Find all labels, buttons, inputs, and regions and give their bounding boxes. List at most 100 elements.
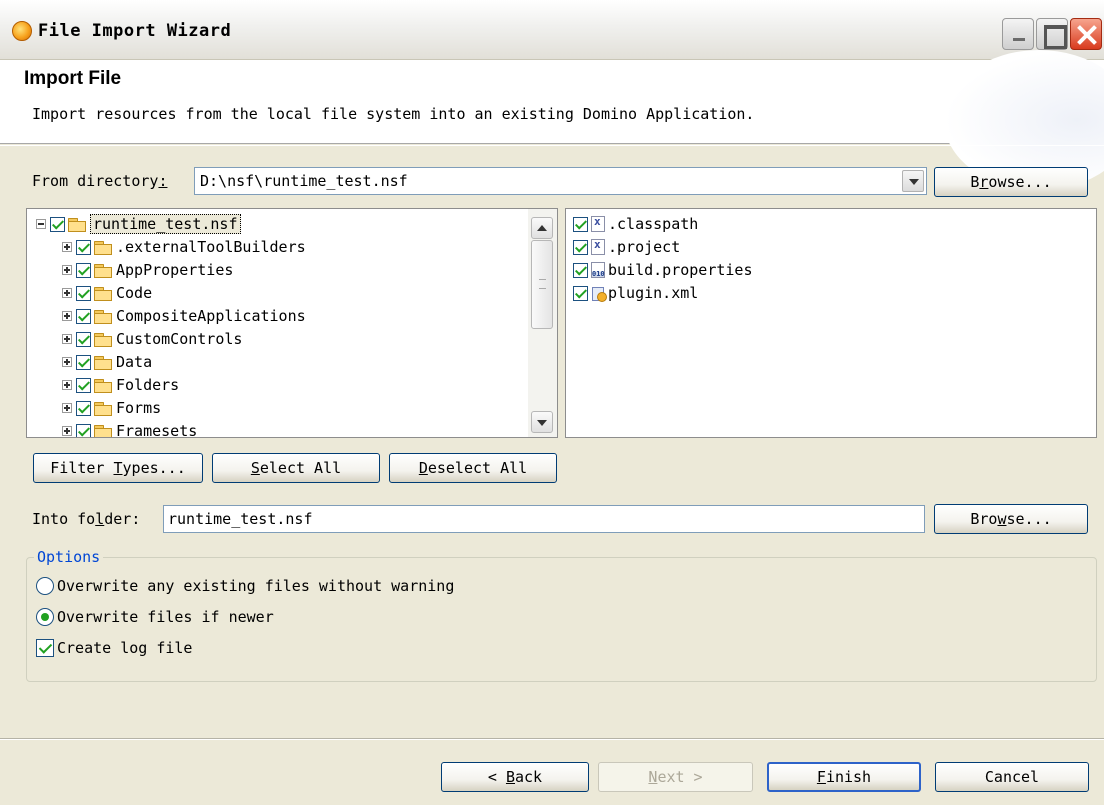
folder-icon xyxy=(94,332,112,347)
scroll-down-icon[interactable] xyxy=(531,411,553,433)
tree-item-framesets[interactable]: Framesets xyxy=(62,420,197,437)
file-item-checkbox[interactable] xyxy=(573,285,588,301)
into-folder-value: runtime_test.nsf xyxy=(168,510,313,528)
tree-item-checkbox[interactable] xyxy=(76,400,91,416)
file-item-plugin-xml[interactable]: plugin.xml xyxy=(573,282,698,304)
into-folder-browse-button[interactable]: Browse... xyxy=(934,504,1088,534)
into-folder-label: Into folder: xyxy=(32,510,141,528)
window-title: File Import Wizard xyxy=(38,21,232,41)
close-button[interactable] xyxy=(1070,18,1102,50)
tree-root-checkbox[interactable] xyxy=(50,216,65,232)
file-item-label: plugin.xml xyxy=(608,284,699,302)
expand-icon[interactable] xyxy=(62,403,72,413)
tree-item-checkbox[interactable] xyxy=(76,354,91,370)
expand-icon[interactable] xyxy=(62,334,72,344)
tree-item-folders[interactable]: Folders xyxy=(62,374,179,396)
filter-types-button[interactable]: Filter Types... xyxy=(33,453,203,483)
expand-icon[interactable] xyxy=(62,311,72,321)
header-banner: Import File Import resources from the lo… xyxy=(0,50,1104,190)
tree-item-externaltoolbuilders[interactable]: .externalToolBuilders xyxy=(62,236,306,258)
xml-file-icon xyxy=(591,238,605,255)
create-log-option[interactable]: Create log file xyxy=(36,637,192,659)
file-item-checkbox[interactable] xyxy=(573,216,588,232)
collapse-icon[interactable] xyxy=(36,219,46,229)
tree-item-checkbox[interactable] xyxy=(76,285,91,301)
cancel-button[interactable]: Cancel xyxy=(935,762,1089,792)
page-title: Import File xyxy=(24,68,122,89)
tree-item-label: Forms xyxy=(116,399,162,417)
folder-tree[interactable]: runtime_test.nsf .externalToolBuilders A… xyxy=(26,208,558,438)
tree-item-label: CustomControls xyxy=(116,330,243,348)
from-directory-browse-button[interactable]: Browse... xyxy=(934,167,1088,197)
file-item-classpath[interactable]: .classpath xyxy=(573,213,698,235)
overwrite-without-warning-label: Overwrite any existing files without war… xyxy=(57,577,455,595)
app-icon xyxy=(12,21,32,41)
chevron-down-icon[interactable] xyxy=(902,170,924,192)
file-item-label: .classpath xyxy=(608,215,699,233)
scroll-up-icon[interactable] xyxy=(531,217,553,239)
into-folder-input[interactable]: runtime_test.nsf xyxy=(163,505,925,533)
maximize-button[interactable] xyxy=(1036,18,1068,50)
create-log-label: Create log file xyxy=(57,639,193,657)
title-bar[interactable]: File Import Wizard xyxy=(0,0,1104,60)
file-item-checkbox[interactable] xyxy=(573,239,588,255)
tree-item-checkbox[interactable] xyxy=(76,377,91,393)
back-button[interactable]: < Back xyxy=(441,762,589,792)
tree-item-customcontrols[interactable]: CustomControls xyxy=(62,328,242,350)
folder-icon xyxy=(94,309,112,324)
tree-item-checkbox[interactable] xyxy=(76,331,91,347)
create-log-checkbox[interactable] xyxy=(36,639,54,657)
folder-icon xyxy=(94,401,112,416)
from-directory-combo[interactable]: D:\nsf\runtime_test.nsf xyxy=(194,167,927,195)
folder-icon xyxy=(68,217,86,232)
tree-item-appproperties[interactable]: AppProperties xyxy=(62,259,233,281)
overwrite-if-newer-label: Overwrite files if newer xyxy=(57,608,274,626)
file-import-wizard-window: File Import Wizard Import File Import re… xyxy=(0,0,1104,805)
folder-icon xyxy=(94,240,112,255)
expand-icon[interactable] xyxy=(62,380,72,390)
tree-item-checkbox[interactable] xyxy=(76,308,91,324)
tree-root-label: runtime_test.nsf xyxy=(90,214,241,234)
select-all-button[interactable]: Select All xyxy=(212,453,380,483)
expand-icon[interactable] xyxy=(62,426,72,436)
tree-item-label: .externalToolBuilders xyxy=(116,238,306,256)
tree-item-code[interactable]: Code xyxy=(62,282,152,304)
tree-item-compositeapplications[interactable]: CompositeApplications xyxy=(62,305,306,327)
tree-item-forms[interactable]: Forms xyxy=(62,397,161,419)
tree-item-checkbox[interactable] xyxy=(76,423,91,437)
file-list[interactable]: .classpath .project build.properties plu… xyxy=(565,208,1097,438)
tree-item-label: AppProperties xyxy=(116,261,234,279)
tree-scrollbar[interactable] xyxy=(528,209,557,437)
tree-item-label: Data xyxy=(116,353,153,371)
tree-item-label: Folders xyxy=(116,376,180,394)
tree-item-checkbox[interactable] xyxy=(76,239,91,255)
tree-root-row[interactable]: runtime_test.nsf xyxy=(36,213,241,235)
folder-icon xyxy=(94,355,112,370)
expand-icon[interactable] xyxy=(62,265,72,275)
expand-icon[interactable] xyxy=(62,242,72,252)
finish-button[interactable]: Finish xyxy=(767,762,921,792)
file-item-build-properties[interactable]: build.properties xyxy=(573,259,753,281)
overwrite-without-warning-option[interactable]: Overwrite any existing files without war… xyxy=(36,575,454,597)
from-directory-value: D:\nsf\runtime_test.nsf xyxy=(200,172,408,190)
folder-icon xyxy=(94,286,112,301)
deselect-all-button[interactable]: Deselect All xyxy=(389,453,557,483)
minimize-button[interactable] xyxy=(1002,18,1034,50)
expand-icon[interactable] xyxy=(62,357,72,367)
tree-item-label: Code xyxy=(116,284,153,302)
tree-item-checkbox[interactable] xyxy=(76,262,91,278)
folder-icon xyxy=(94,263,112,278)
overwrite-if-newer-option[interactable]: Overwrite files if newer xyxy=(36,606,274,628)
file-item-checkbox[interactable] xyxy=(573,262,588,278)
next-button[interactable]: Next > xyxy=(598,762,753,792)
scroll-thumb[interactable] xyxy=(531,240,553,329)
expand-icon[interactable] xyxy=(62,288,72,298)
properties-file-icon xyxy=(591,262,605,278)
page-description: Import resources from the local file sys… xyxy=(32,105,755,123)
tree-item-data[interactable]: Data xyxy=(62,351,152,373)
header-separator xyxy=(0,145,1104,146)
overwrite-if-newer-radio[interactable] xyxy=(36,608,54,626)
file-item-project[interactable]: .project xyxy=(573,236,680,258)
overwrite-without-warning-radio[interactable] xyxy=(36,577,54,595)
file-item-label: .project xyxy=(608,238,681,256)
